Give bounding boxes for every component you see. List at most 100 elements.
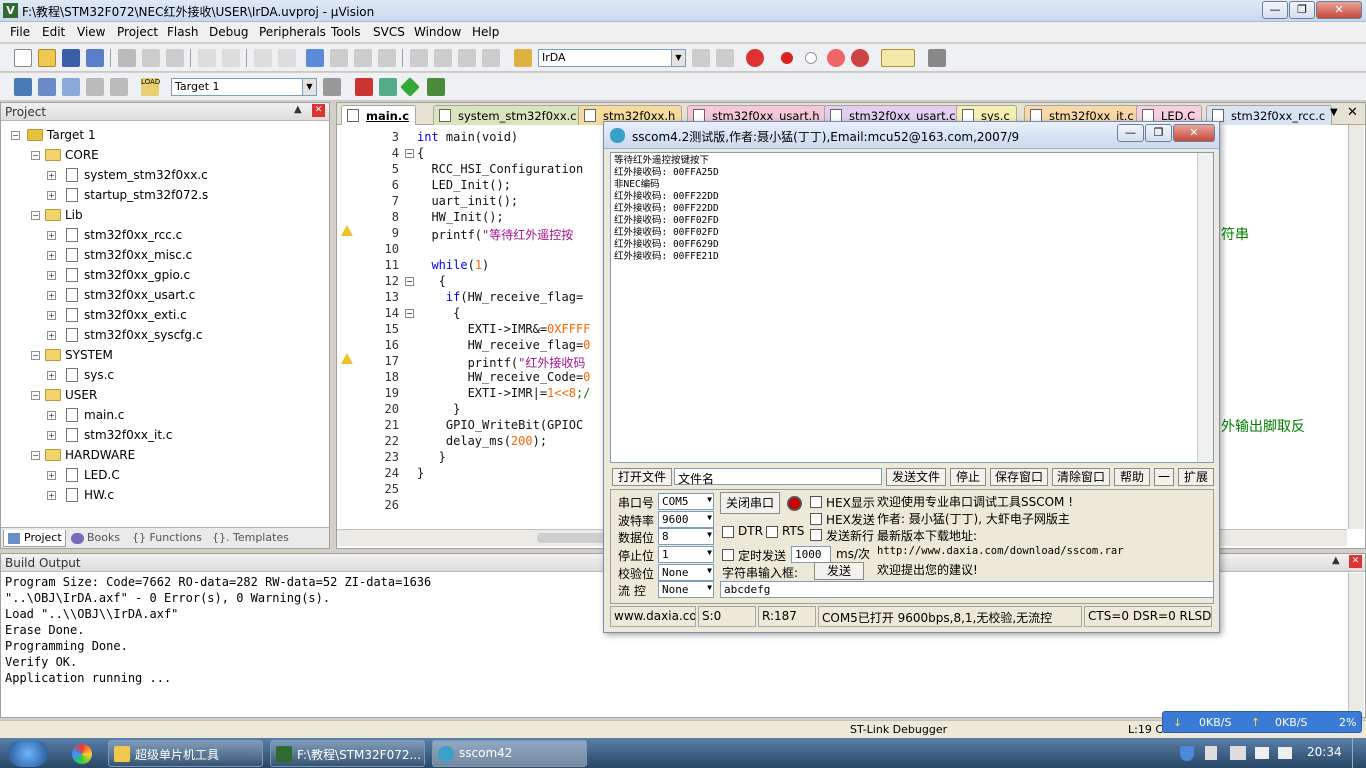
send-input[interactable]: abcdefg <box>720 581 1214 598</box>
tab-books[interactable]: Books <box>69 530 123 547</box>
bookmark-prev-icon[interactable] <box>330 49 348 67</box>
menu-edit[interactable]: Edit <box>42 25 65 39</box>
taskbar-item[interactable]: 超级单片机工具 <box>108 740 263 767</box>
vertical-scrollbar[interactable] <box>1197 153 1213 462</box>
manage-components-icon[interactable] <box>355 78 373 96</box>
minimize-button[interactable]: — <box>1262 1 1288 19</box>
expand-icon[interactable]: + <box>47 251 56 260</box>
menu-view[interactable]: View <box>77 25 105 39</box>
tab-system-stm32f0xx-c[interactable]: system_stm32f0xx.c <box>433 105 584 125</box>
expand-icon[interactable]: + <box>47 411 56 420</box>
rebuild-icon[interactable] <box>62 78 80 96</box>
tab-project[interactable]: Project <box>3 530 66 547</box>
unindent-icon[interactable] <box>434 49 452 67</box>
build-icon[interactable] <box>38 78 56 96</box>
tab-templates[interactable]: {}. Templates <box>209 530 292 547</box>
menu-flash[interactable]: Flash <box>167 25 198 39</box>
vertical-scrollbar[interactable] <box>1348 125 1364 529</box>
taskbar-item[interactable]: F:\教程\STM32F072... <box>270 740 425 767</box>
menu-svcs[interactable]: SVCS <box>373 25 405 39</box>
show-desktop-button[interactable] <box>1352 738 1366 768</box>
expand-icon[interactable]: + <box>47 331 56 340</box>
tab-list-chevron-icon[interactable]: ▼ <box>1330 107 1338 118</box>
stop-build-icon[interactable] <box>110 78 128 96</box>
save-icon[interactable] <box>62 49 80 67</box>
download-icon[interactable]: LOAD <box>141 78 160 96</box>
menu-debug[interactable]: Debug <box>209 25 248 39</box>
taskbar-item[interactable]: sscom42 <box>432 740 587 767</box>
bookmark-next-icon[interactable] <box>354 49 372 67</box>
flag-icon[interactable] <box>1230 746 1246 760</box>
tray-icon[interactable] <box>1205 746 1217 760</box>
flow-select[interactable]: None ▼ <box>658 581 714 598</box>
expand-icon[interactable]: + <box>47 491 56 500</box>
port-select[interactable]: COM5 ▼ <box>658 493 714 510</box>
expand-icon[interactable]: + <box>47 191 56 200</box>
data-bits-select[interactable]: 8 ▼ <box>658 528 714 545</box>
expand-icon[interactable]: + <box>47 171 56 180</box>
rts-checkbox[interactable] <box>766 526 778 538</box>
close-port-button[interactable]: 关闭串口 <box>720 492 780 514</box>
info-link[interactable]: http://www.daxia.com/download/sscom.rar <box>877 545 1124 557</box>
security-shield-icon[interactable] <box>1180 746 1194 761</box>
clear-window-button[interactable]: 清除窗口 <box>1052 468 1110 486</box>
menu-help[interactable]: Help <box>472 25 499 39</box>
status-site[interactable]: www.daxia.cor <box>610 606 696 627</box>
file-name-input[interactable]: 文件名 <box>674 468 882 486</box>
save-all-icon[interactable] <box>86 49 104 67</box>
start-button[interactable] <box>8 740 48 767</box>
hex-send-checkbox[interactable] <box>810 513 822 525</box>
receive-area[interactable]: 等待红外遥控按键按下 红外接收码: 00FFA25D 非NEC编码 红外接收码:… <box>610 152 1214 463</box>
volume-icon[interactable] <box>1278 747 1292 759</box>
menu-file[interactable]: File <box>10 25 30 39</box>
close-tab-icon[interactable]: ✕ <box>1347 105 1358 120</box>
chevron-down-icon[interactable]: ▼ <box>671 50 685 66</box>
copy-icon[interactable] <box>142 49 160 67</box>
collapse-icon[interactable]: − <box>31 351 40 360</box>
menu-peripherals[interactable]: Peripherals <box>259 25 326 39</box>
window-layout-icon[interactable] <box>881 49 915 67</box>
collapse-button[interactable]: 一 <box>1154 468 1174 486</box>
chevron-down-icon[interactable]: ▼ <box>707 548 712 557</box>
indent-icon[interactable] <box>410 49 428 67</box>
timed-send-checkbox[interactable] <box>722 549 734 561</box>
chevron-down-icon[interactable]: ▼ <box>302 79 316 95</box>
stop-bits-select[interactable]: 1 ▼ <box>658 546 714 563</box>
dtr-checkbox[interactable] <box>722 526 734 538</box>
nav-forward-icon[interactable] <box>278 49 296 67</box>
tab-stm32f0xx-rcc-c[interactable]: stm32f0xx_rcc.c <box>1206 105 1333 125</box>
tab-main-c[interactable]: main.c <box>341 105 417 125</box>
save-window-button[interactable]: 保存窗口 <box>990 468 1048 486</box>
batch-build-icon[interactable] <box>86 78 104 96</box>
run-time-environment-icon[interactable] <box>427 78 445 96</box>
paste-icon[interactable] <box>166 49 184 67</box>
bookmark-clear-icon[interactable] <box>378 49 396 67</box>
sscom-minimize-button[interactable]: — <box>1117 124 1144 142</box>
chevron-down-icon[interactable]: ▼ <box>707 495 712 504</box>
chevron-down-icon[interactable]: ▼ <box>707 566 712 575</box>
breakpoint-kill-all-icon[interactable] <box>851 49 869 67</box>
debug-start-icon[interactable] <box>746 49 764 67</box>
network-icon[interactable] <box>1255 747 1269 759</box>
redo-icon[interactable] <box>222 49 240 67</box>
chevron-down-icon[interactable]: ▼ <box>707 513 712 522</box>
expand-icon[interactable]: + <box>47 271 56 280</box>
help-button[interactable]: 帮助 <box>1114 468 1150 486</box>
close-button[interactable]: ✕ <box>1316 1 1362 19</box>
chevron-down-icon[interactable]: ▼ <box>707 530 712 539</box>
breakpoint-icon[interactable] <box>781 52 793 64</box>
bookmark-icon[interactable] <box>306 49 324 67</box>
comment-icon[interactable] <box>458 49 476 67</box>
expand-icon[interactable]: + <box>47 291 56 300</box>
undo-icon[interactable] <box>198 49 216 67</box>
target-combo[interactable]: Target 1 ▼ <box>171 78 317 96</box>
pinned-app-icon[interactable] <box>72 744 92 764</box>
parity-select[interactable]: None ▼ <box>658 564 714 581</box>
incremental-find-icon[interactable] <box>716 49 734 67</box>
find-in-files-icon[interactable] <box>514 49 532 67</box>
expand-icon[interactable]: + <box>47 471 56 480</box>
vertical-scrollbar[interactable] <box>1348 573 1364 717</box>
expand-icon[interactable]: + <box>47 371 56 380</box>
close-icon[interactable]: ✕ <box>312 104 325 117</box>
target-options-icon[interactable] <box>323 78 341 96</box>
